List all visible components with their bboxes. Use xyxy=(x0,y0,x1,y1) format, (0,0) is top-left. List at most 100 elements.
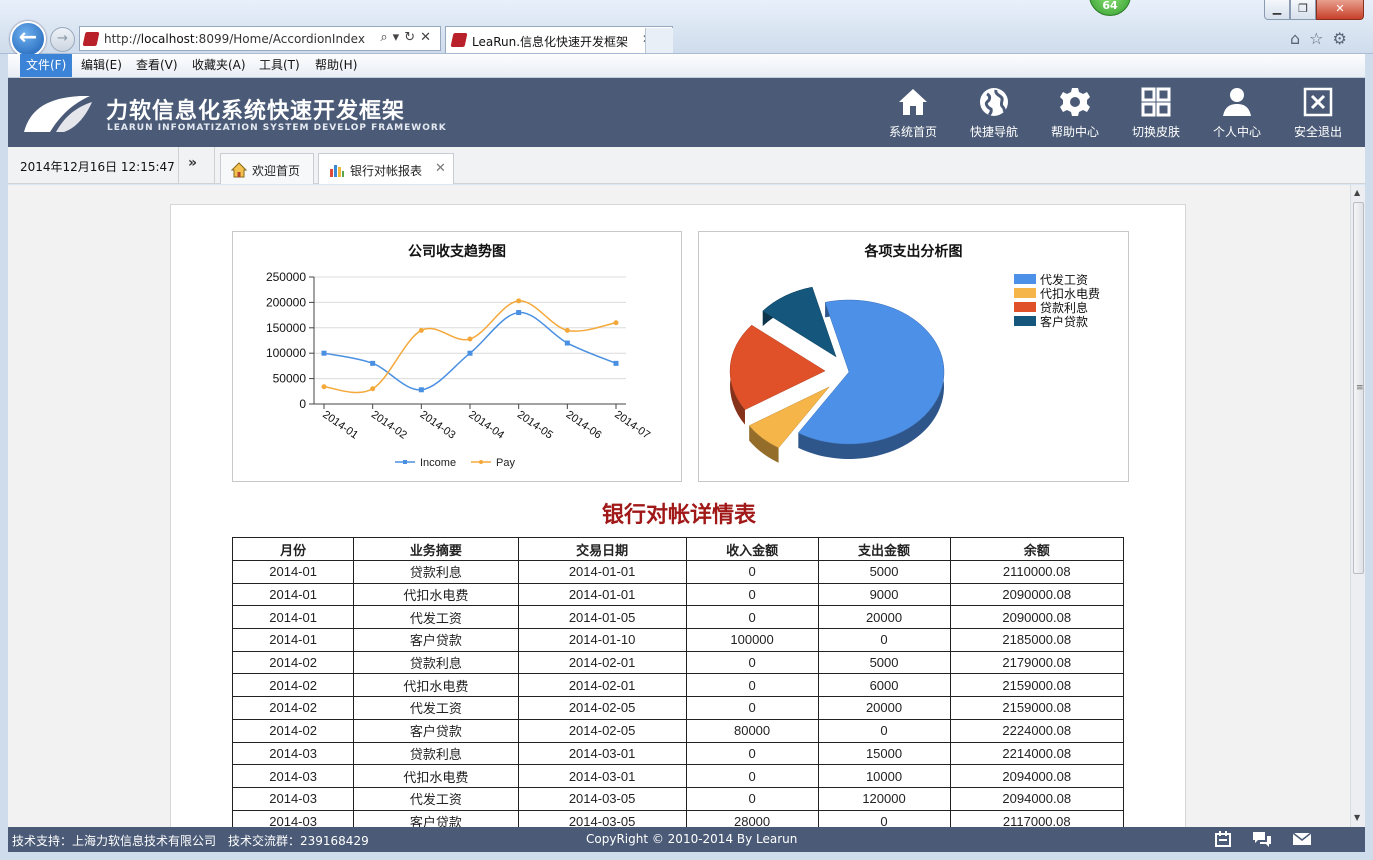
favorites-star-icon[interactable]: ☆ xyxy=(1309,29,1332,48)
x-tick-label: 2014-05 xyxy=(515,409,555,442)
x-tick-label: 2014-06 xyxy=(564,409,604,442)
table-cell: 2014-02 xyxy=(231,650,355,675)
divider xyxy=(214,147,215,184)
table-cell: 2014-03 xyxy=(231,786,355,811)
table-cell: 客户贷款 xyxy=(353,628,519,652)
nav-switch-skin[interactable]: 切换皮肤 xyxy=(1116,78,1196,147)
y-tick-label: 200000 xyxy=(266,295,306,309)
menu-view[interactable]: 查看(V) xyxy=(130,54,184,77)
back-button[interactable]: ← xyxy=(10,21,46,57)
search-icon[interactable]: ⌕ xyxy=(380,30,392,45)
table-cell: 2014-02-01 xyxy=(517,673,687,698)
address-url[interactable]: http://localhost:8099/Home/AccordionInde… xyxy=(104,32,365,46)
table-cell: 0 xyxy=(685,673,819,698)
table-header-row: 月份 业务摘要 交易日期 收入金额 支出金额 余额 xyxy=(231,537,1124,561)
divider xyxy=(178,147,179,184)
data-point xyxy=(613,320,619,326)
footer-copyright: CopyRight © 2010-2014 By Learun xyxy=(586,832,798,846)
table-cell: 2014-03-05 xyxy=(517,809,687,827)
chat-icon[interactable] xyxy=(1252,830,1272,848)
table-cell: 20000 xyxy=(817,696,951,720)
table-row: 2014-01 客户贷款 2014-01-10 100000 0 2185000.08 xyxy=(231,628,1124,652)
table-cell: 2014-02-01 xyxy=(517,650,687,675)
menu-help[interactable]: 帮助(H) xyxy=(309,54,363,77)
table-cell: 15000 xyxy=(817,741,951,766)
table-column-header: 交易日期 xyxy=(517,537,687,561)
y-tick-label: 150000 xyxy=(266,321,306,335)
y-tick-label: 250000 xyxy=(266,270,306,284)
menu-edit[interactable]: 编辑(E) xyxy=(75,54,128,77)
home-icon[interactable]: ⌂ xyxy=(1290,29,1309,48)
tab-bank-reconciliation[interactable]: 银行对帐报表 ✕ xyxy=(318,153,454,184)
data-point xyxy=(418,327,424,333)
table-row: 2014-03 客户贷款 2014-03-05 28000 0 2117000.08 xyxy=(231,809,1124,827)
window-border-left xyxy=(0,54,8,852)
table-cell: 2159000.08 xyxy=(949,696,1124,720)
table-cell: 2014-02-05 xyxy=(517,718,687,743)
table-cell: 2014-03-01 xyxy=(517,764,687,788)
table-cell: 0 xyxy=(685,741,819,766)
table-cell: 代扣水电费 xyxy=(353,764,519,788)
table-cell: 2014-02 xyxy=(231,673,355,698)
nav-label: 帮助中心 xyxy=(1050,125,1099,139)
table-cell: 28000 xyxy=(685,809,819,827)
gear-icon xyxy=(1060,88,1090,116)
site-favicon-icon xyxy=(82,32,100,46)
menu-favorites[interactable]: 收藏夹(A) xyxy=(186,54,252,77)
home-icon xyxy=(231,162,247,178)
data-point xyxy=(613,360,619,366)
nav-system-home[interactable]: 系统首页 xyxy=(873,78,953,147)
home-icon xyxy=(899,89,927,115)
x-tick-label: 2014-02 xyxy=(369,409,409,442)
legend-label: Pay xyxy=(496,457,515,469)
app-footer: 技术支持：上海力软信息技术有限公司 技术交流群：239168429 CopyRi… xyxy=(8,827,1365,860)
table-cell: 2014-01-01 xyxy=(517,582,687,607)
table-cell: 贷款利息 xyxy=(353,560,519,584)
x-tick-label: 2014-01 xyxy=(320,409,360,442)
nav-personal-center[interactable]: 个人中心 xyxy=(1197,78,1277,147)
forward-button[interactable]: → xyxy=(50,27,75,52)
nav-quick-navigation[interactable]: 快捷导航 xyxy=(954,78,1034,147)
tab-welcome-home[interactable]: 欢迎首页 xyxy=(220,153,314,184)
browser-toolbar-icons: ⌂☆⚙ xyxy=(1290,29,1356,48)
menu-bar: 文件(F) 编辑(E) 查看(V) 收藏夹(A) 工具(T) 帮助(H) xyxy=(8,54,1365,78)
menu-file[interactable]: 文件(F) xyxy=(20,54,73,77)
table-cell: 0 xyxy=(685,582,819,607)
dropdown-icon[interactable]: ▾ xyxy=(393,30,405,45)
maximize-button[interactable]: ❐ xyxy=(1290,0,1316,20)
arrow-left-icon: ← xyxy=(18,25,38,50)
table-cell: 0 xyxy=(685,605,819,630)
minimize-button[interactable]: ▁ xyxy=(1264,0,1290,20)
nav-label: 个人中心 xyxy=(1212,125,1261,139)
nav-help-center[interactable]: 帮助中心 xyxy=(1035,78,1115,147)
stop-icon[interactable]: ✕ xyxy=(420,30,436,45)
legend-swatch xyxy=(1014,316,1036,326)
address-actions[interactable]: ⌕▾↻✕ xyxy=(380,30,436,45)
close-tab-icon[interactable]: ✕ xyxy=(435,161,446,176)
vertical-scrollbar[interactable]: ▲ ≡ ▼ xyxy=(1350,185,1365,827)
table-cell: 2094000.08 xyxy=(949,786,1124,811)
refresh-icon[interactable]: ↻ xyxy=(404,30,420,45)
table-cell: 2014-01 xyxy=(231,605,355,630)
table-row: 2014-02 代发工资 2014-02-05 0 20000 2159000.08 xyxy=(231,696,1124,720)
browser-tab-title: LeaRun.信息化快速开发框架 xyxy=(472,35,629,49)
table-cell: 80000 xyxy=(685,718,819,743)
scroll-up-icon[interactable]: ▲ xyxy=(1354,188,1360,197)
scroll-grip-icon: ≡ xyxy=(1356,383,1364,393)
mail-icon[interactable] xyxy=(1292,830,1312,848)
settings-gear-icon[interactable]: ⚙ xyxy=(1333,29,1356,48)
nav-logout[interactable]: 安全退出 xyxy=(1278,78,1358,147)
table-row: 2014-01 代扣水电费 2014-01-01 0 9000 2090000.08 xyxy=(231,582,1124,607)
scroll-down-icon[interactable]: ▼ xyxy=(1354,813,1360,822)
tabs-more-button[interactable]: » xyxy=(188,155,197,171)
close-window-button[interactable]: ✕ xyxy=(1316,0,1364,20)
table-row: 2014-01 代发工资 2014-01-05 0 20000 2090000.08 xyxy=(231,605,1124,630)
nav-label: 安全退出 xyxy=(1293,125,1342,139)
menu-tools[interactable]: 工具(T) xyxy=(253,54,306,77)
table-cell: 0 xyxy=(817,809,951,827)
calendar-icon[interactable] xyxy=(1214,830,1232,848)
table-cell: 0 xyxy=(685,764,819,788)
new-tab-button[interactable] xyxy=(645,28,673,53)
address-bar[interactable]: http://localhost:8099/Home/AccordionInde… xyxy=(79,26,441,51)
browser-tab-active[interactable]: LeaRun.信息化快速开发框架 ✕ xyxy=(445,26,673,53)
